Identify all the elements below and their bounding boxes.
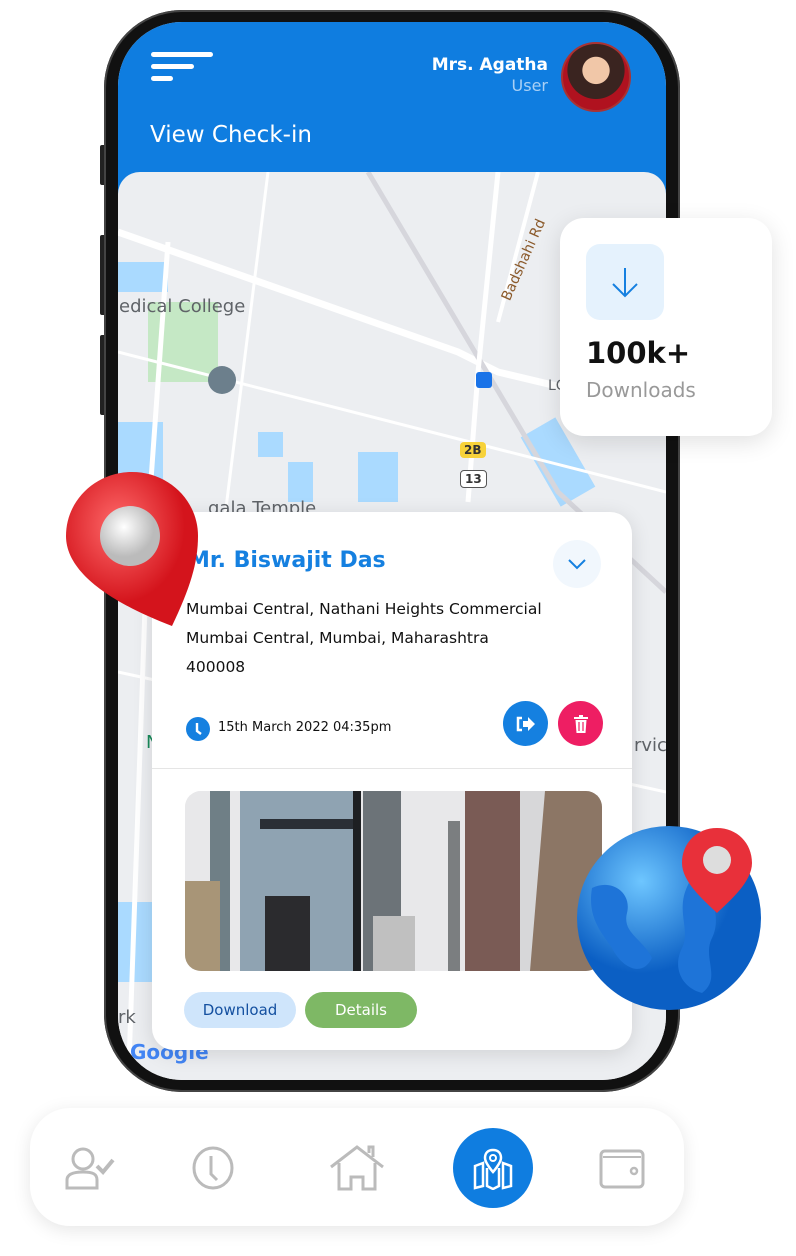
downloads-label: Downloads <box>586 378 696 402</box>
route-shield-13: 13 <box>460 470 487 488</box>
nav-history[interactable] <box>183 1138 243 1198</box>
expand-button[interactable] <box>553 540 601 588</box>
buildings-image <box>185 791 602 971</box>
map-label-service: rvice <box>634 735 666 756</box>
details-button[interactable]: Details <box>305 992 417 1028</box>
checkin-photo[interactable] <box>185 791 602 971</box>
clock-icon <box>192 1146 234 1190</box>
map-pin-icon <box>473 1148 513 1190</box>
bottom-nav <box>30 1108 684 1226</box>
download-arrow-icon <box>586 244 664 320</box>
clock-icon <box>186 717 210 741</box>
wallet-icon <box>599 1149 645 1189</box>
nav-attendance[interactable] <box>60 1138 120 1198</box>
address-postcode: 400008 <box>186 658 246 676</box>
download-button[interactable]: Download <box>184 992 296 1028</box>
downloads-badge: 100k+ Downloads <box>560 218 772 436</box>
nav-wallet[interactable] <box>592 1138 652 1198</box>
checkout-button[interactable] <box>503 701 548 746</box>
location-pin-icon <box>66 472 198 626</box>
address-line: Mumbai Central, Mumbai, Maharashtra <box>186 629 489 647</box>
menu-icon[interactable] <box>151 52 213 82</box>
checkin-datetime: 15th March 2022 04:35pm <box>218 720 392 735</box>
map-label-medical-college: ledical College <box>118 296 246 317</box>
delete-button[interactable] <box>558 701 603 746</box>
globe-pin-icon <box>577 826 761 1010</box>
checkin-address: Mumbai Central, Nathani Heights Commerci… <box>186 595 596 682</box>
avatar[interactable] <box>561 42 631 112</box>
chevron-down-icon <box>568 559 586 570</box>
downloads-count: 100k+ <box>586 336 691 370</box>
checkin-name: Mr. Biswajit Das <box>188 548 386 573</box>
divider <box>152 768 632 769</box>
home-icon <box>330 1145 384 1191</box>
trash-icon <box>573 714 588 733</box>
route-shield-2b: 2B <box>460 442 486 458</box>
checkin-card: Mr. Biswajit Das Mumbai Central, Nathani… <box>152 512 632 1050</box>
user-check-icon <box>65 1147 115 1190</box>
user-name: Mrs. Agatha <box>431 55 548 75</box>
sign-out-icon <box>516 716 535 731</box>
nav-map[interactable] <box>453 1128 533 1208</box>
nav-home[interactable] <box>327 1138 387 1198</box>
page-title: View Check-in <box>150 122 312 148</box>
user-role: User <box>511 76 548 95</box>
map-label-park: rk <box>118 1007 136 1028</box>
address-line: Mumbai Central, Nathani Heights Commerci… <box>186 600 542 618</box>
